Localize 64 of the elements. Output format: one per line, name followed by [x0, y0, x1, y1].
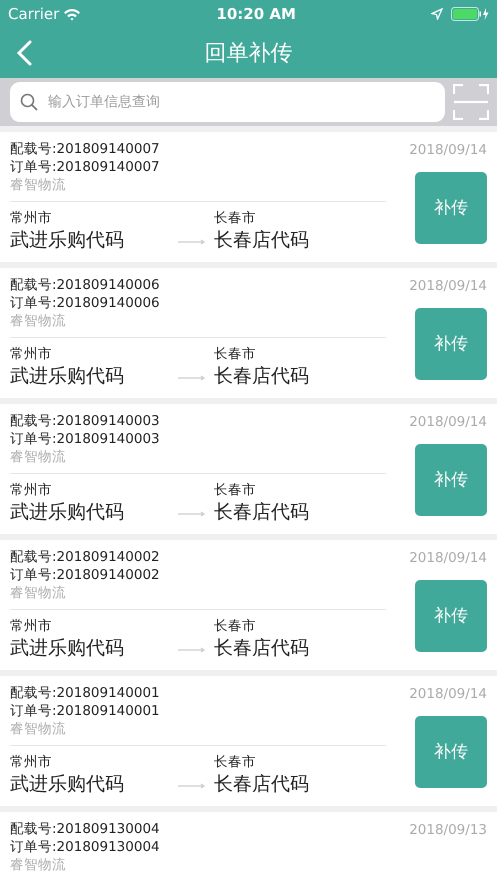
page-title: 回单补传 [204, 40, 292, 68]
reupload-button[interactable]: 补传 [415, 580, 487, 652]
origin-store: 武进乐购代码 [10, 636, 125, 661]
battery-icon [450, 7, 489, 21]
destination-store: 长春店代码 [214, 772, 309, 797]
wifi-icon [63, 8, 82, 20]
load-number: 配载号:201809140001 [10, 684, 161, 702]
order-number: 订单号:201809140003 [10, 430, 161, 448]
reupload-button[interactable]: 补传 [415, 172, 487, 244]
order-date: 2018/09/14 [409, 685, 487, 704]
reupload-button[interactable]: 补传 [415, 716, 487, 788]
destination-store: 长春店代码 [214, 500, 309, 525]
origin-city: 常州市 [10, 481, 53, 499]
order-date: 2018/09/13 [409, 821, 487, 840]
order-number: 订单号:201809140002 [10, 566, 161, 584]
company-name: 睿智物流 [10, 856, 67, 874]
reupload-button[interactable]: 补传 [415, 444, 487, 516]
origin-store: 武进乐购代码 [10, 772, 125, 797]
search-bar[interactable]: 输入订单信息查询 [10, 82, 445, 122]
company-name: 睿智物流 [10, 720, 67, 738]
destination-city: 长春市 [214, 753, 257, 771]
order-number: 订单号:201809140006 [10, 294, 161, 312]
order-number: 订单号:201809130004 [10, 838, 161, 856]
order-number: 订单号:201809140007 [10, 158, 161, 176]
load-number: 配载号:201809140003 [10, 412, 161, 430]
order-number: 订单号:201809140001 [10, 702, 161, 720]
origin-city: 常州市 [10, 617, 53, 635]
location-icon [430, 8, 443, 20]
reupload-button[interactable]: 补传 [415, 308, 487, 380]
origin-store: 武进乐购代码 [10, 500, 125, 525]
arrow-icon [178, 511, 206, 517]
origin-city: 常州市 [10, 753, 53, 771]
destination-store: 长春店代码 [214, 364, 309, 389]
destination-store: 长春店代码 [214, 228, 309, 253]
load-number: 配载号:201809140002 [10, 548, 161, 566]
back-button[interactable] [16, 40, 32, 66]
arrow-icon [178, 783, 206, 789]
load-number: 配载号:201809130004 [10, 820, 161, 838]
arrow-icon [178, 375, 206, 381]
company-name: 睿智物流 [10, 448, 67, 466]
origin-store: 武进乐购代码 [10, 228, 125, 253]
order-date: 2018/09/14 [409, 549, 487, 568]
company-name: 睿智物流 [10, 312, 67, 330]
destination-city: 长春市 [214, 345, 257, 363]
origin-store: 武进乐购代码 [10, 364, 125, 389]
arrow-icon [178, 647, 206, 653]
order-date: 2018/09/14 [409, 141, 487, 160]
arrow-icon [178, 239, 206, 245]
load-number: 配载号:201809140007 [10, 140, 161, 158]
origin-city: 常州市 [10, 209, 53, 227]
scan-button[interactable] [453, 84, 489, 120]
company-name: 睿智物流 [10, 176, 67, 194]
order-date: 2018/09/14 [409, 413, 487, 432]
load-number: 配载号:201809140006 [10, 276, 161, 294]
destination-city: 长春市 [214, 481, 257, 499]
destination-city: 长春市 [214, 209, 257, 227]
order-date: 2018/09/14 [409, 277, 487, 296]
search-icon [20, 93, 38, 111]
status-time: 10:20 AM [216, 4, 296, 25]
company-name: 睿智物流 [10, 584, 67, 602]
destination-store: 长春店代码 [214, 636, 309, 661]
destination-city: 长春市 [214, 617, 257, 635]
origin-city: 常州市 [10, 345, 53, 363]
carrier-name: Carrier [8, 4, 60, 25]
